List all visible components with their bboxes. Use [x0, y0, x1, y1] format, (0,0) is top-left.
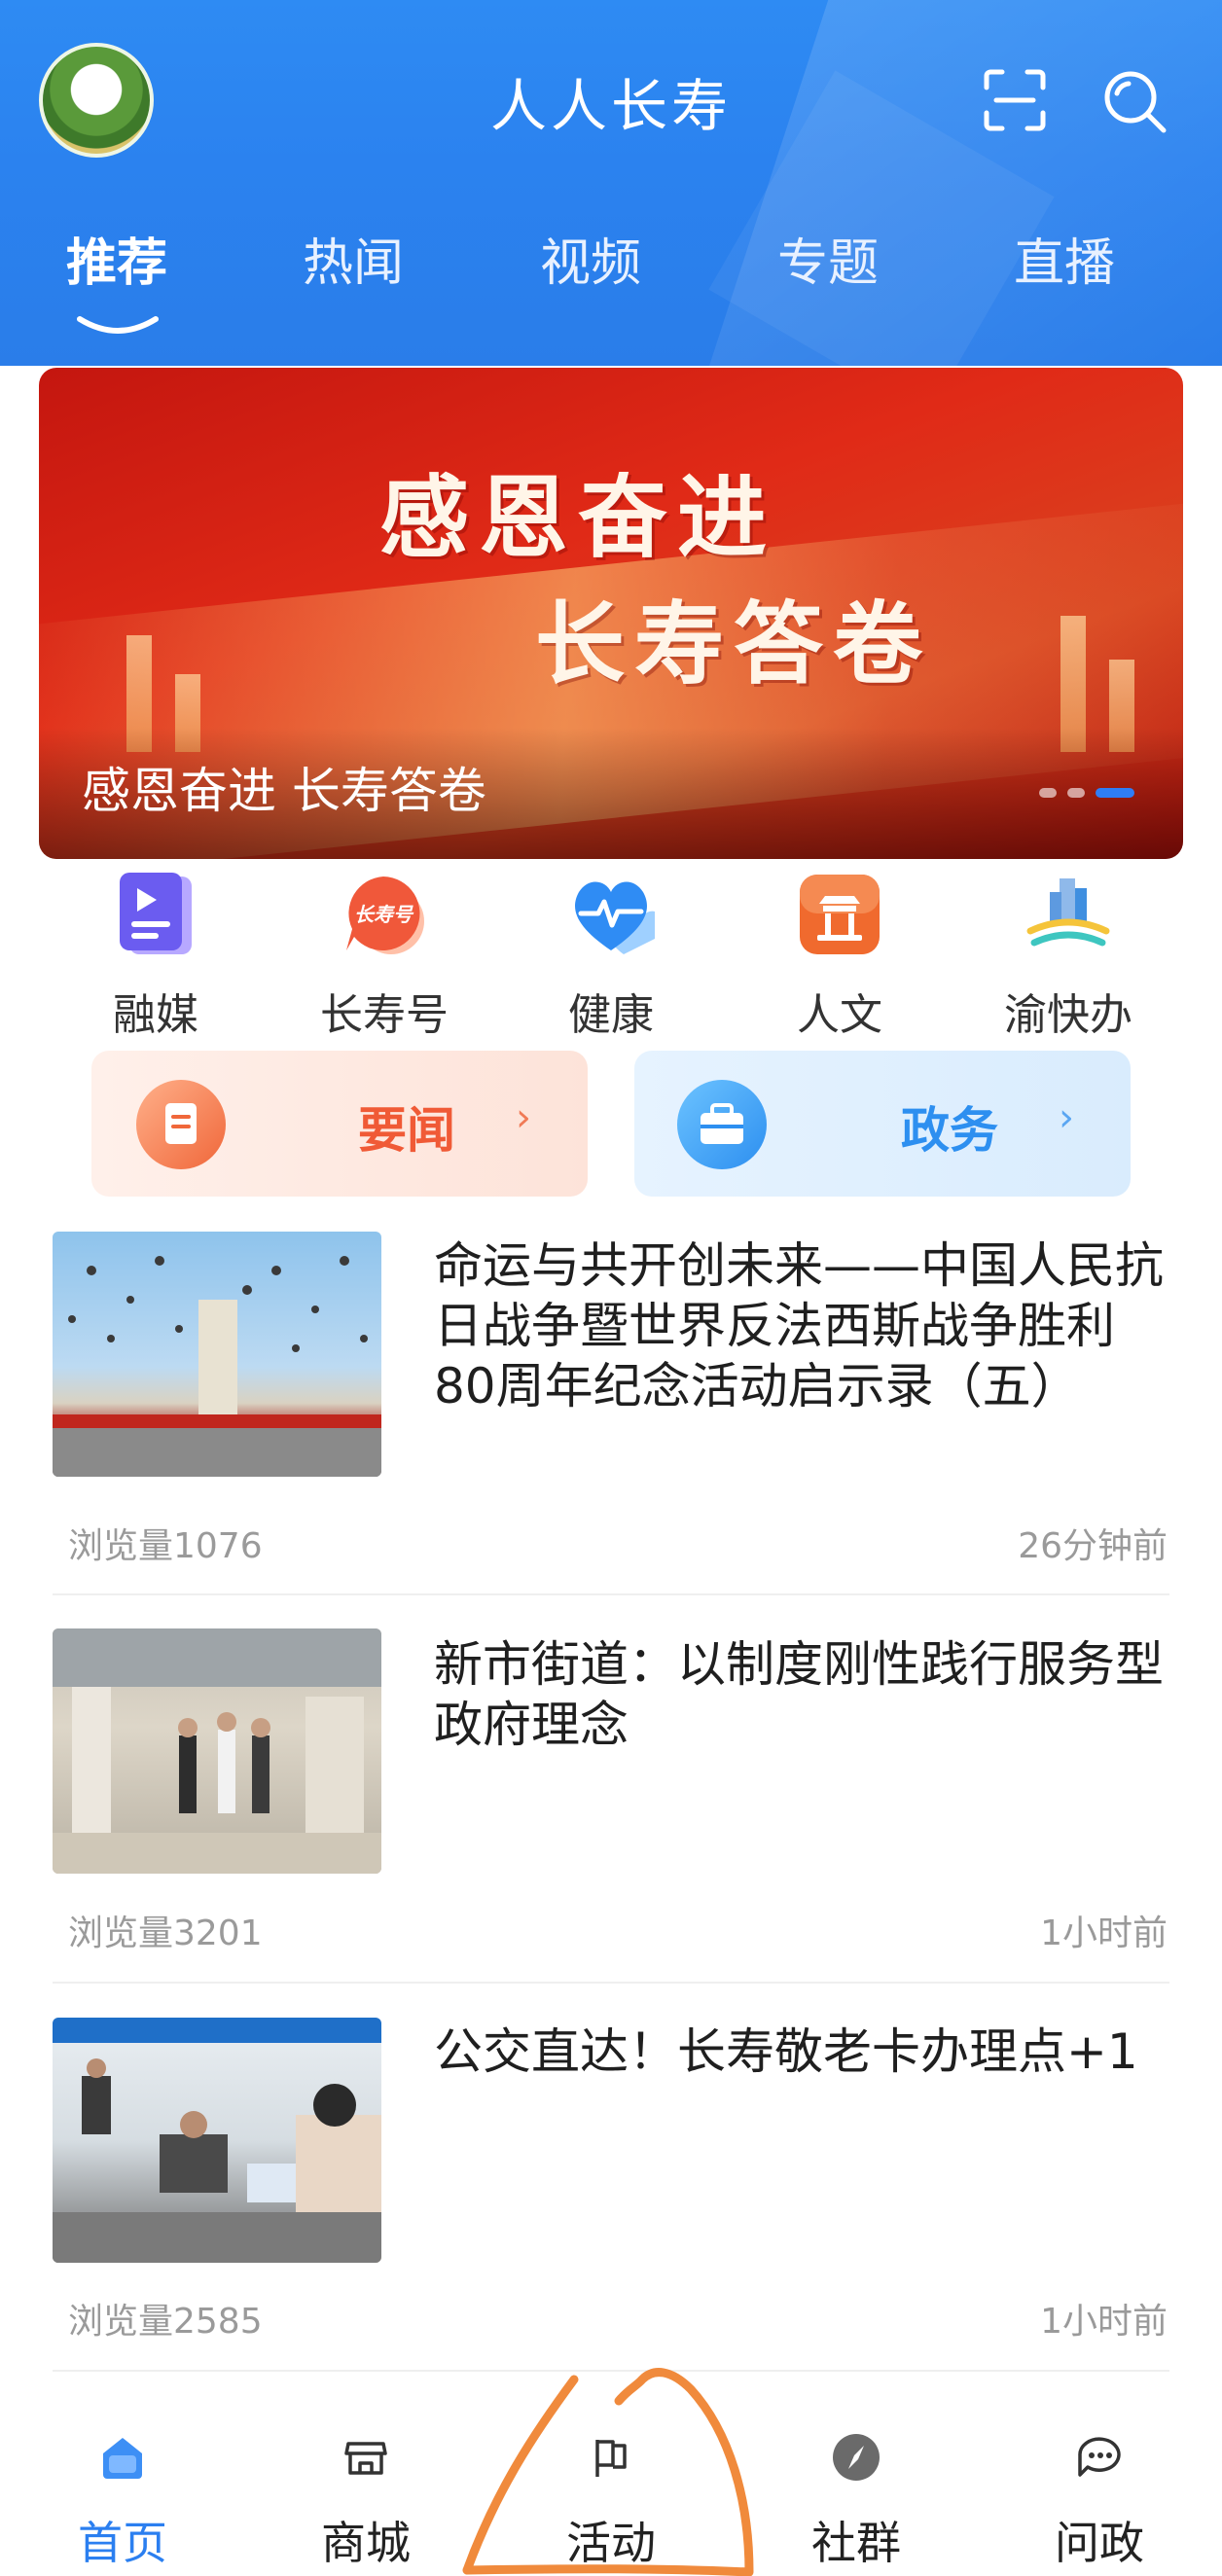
quick-link-label: 健康 [568, 990, 654, 1040]
media-icon [120, 873, 192, 954]
news-title[interactable]: 新市街道：以制度刚性践行服务型政府理念 [434, 1634, 1173, 1755]
category-tabs: 推荐 热闻 视频 专题 直播 [0, 222, 1222, 319]
nav-item-shop[interactable]: 商城 [269, 2432, 463, 2572]
flag-icon [595, 2440, 627, 2477]
nav-item-home[interactable]: 首页 [25, 2432, 220, 2572]
chevron-right-icon: › [516, 1095, 531, 1140]
nav-label: 社群 [811, 2517, 901, 2569]
news-title[interactable]: 公交直达！长寿敬老卡办理点+1 [434, 2021, 1173, 2082]
quick-link-media[interactable]: 融媒 [58, 871, 253, 1042]
news-thumbnail[interactable] [53, 1232, 381, 1477]
quick-link-label: 融媒 [113, 990, 198, 1040]
news-views: 浏览量1076 [68, 1526, 263, 1566]
search-icon[interactable] [1101, 68, 1169, 136]
hero-banner[interactable]: 感恩奋进 长寿答卷 感恩奋进 长寿答卷 [39, 368, 1183, 859]
nav-label: 活动 [566, 2517, 656, 2569]
home-icon [103, 2438, 142, 2479]
banner-caption: 感恩奋进 长寿答卷 [82, 763, 486, 819]
briefcase-icon [677, 1080, 767, 1169]
divider [53, 1982, 1169, 1984]
tab-recommend[interactable]: 推荐 [39, 222, 195, 295]
nav-label: 首页 [78, 2517, 167, 2569]
news-title[interactable]: 命运与共开创未来——中国人民抗日战争暨世界反法西斯战争胜利80周年纪念活动启示录… [434, 1235, 1173, 1416]
tab-hot-news[interactable]: 热闻 [275, 222, 431, 295]
app-header: 人人长寿 推荐 热闻 视频 专题 直播 [0, 0, 1222, 366]
important-news-card[interactable]: 要闻 › [91, 1051, 588, 1197]
quick-link-label: 渝快办 [1004, 990, 1132, 1040]
government-affairs-label: 政务 [901, 1102, 998, 1159]
pager-dot-active [1096, 788, 1134, 798]
nav-item-activity[interactable]: 活动 [514, 2432, 708, 2572]
pager-dot [1066, 788, 1085, 798]
culture-icon [800, 875, 880, 954]
tab-live[interactable]: 直播 [987, 222, 1142, 295]
yukuaiban-icon [1026, 878, 1110, 947]
quick-link-health[interactable]: 健康 [514, 871, 708, 1042]
quick-link-label: 长寿号 [320, 990, 449, 1040]
news-time: 26分钟前 [1018, 1526, 1168, 1566]
divider [53, 1593, 1169, 1595]
tab-video[interactable]: 视频 [513, 222, 668, 295]
news-thumbnail[interactable] [53, 2018, 381, 2263]
news-photo-service-counter [53, 2018, 381, 2263]
banner-headline-1: 感恩奋进 [379, 465, 777, 570]
banner-headline-2: 长寿答卷 [535, 591, 933, 697]
chat-icon [1078, 2437, 1121, 2477]
banner-pager [1033, 783, 1134, 798]
active-tab-indicator [77, 316, 159, 334]
nav-label: 商城 [321, 2517, 411, 2569]
quick-link-changshouhao[interactable]: 长寿号 长寿号 [287, 871, 482, 1042]
nav-label: 问政 [1055, 2517, 1144, 2569]
nav-item-inquiry[interactable]: 问政 [1002, 2432, 1197, 2572]
scan-icon[interactable] [983, 68, 1047, 132]
changshou-badge-icon: 长寿号 [346, 877, 424, 954]
shop-icon [344, 2442, 387, 2475]
quick-link-label: 人文 [797, 990, 882, 1040]
pager-dot [1038, 788, 1057, 798]
news-views: 浏览量3201 [68, 1914, 263, 1953]
compass-icon [833, 2434, 880, 2481]
chevron-right-icon: › [1059, 1095, 1074, 1140]
news-time: 1小时前 [1040, 1914, 1168, 1953]
divider [53, 2370, 1169, 2372]
news-photo-doves [53, 1256, 381, 1477]
news-thumbnail[interactable] [53, 1628, 381, 1874]
quick-link-yukuaiban[interactable]: 渝快办 [971, 871, 1166, 1042]
important-news-label: 要闻 [358, 1102, 455, 1159]
health-heart-icon [575, 881, 655, 954]
news-views: 浏览量2585 [68, 2302, 263, 2342]
news-photo-workshop [53, 1628, 381, 1874]
tab-topics[interactable]: 专题 [750, 222, 906, 295]
quick-link-culture[interactable]: 人文 [742, 871, 937, 1042]
bottom-navigation: 首页 商城 活动 社群 问政 [0, 2374, 1222, 2576]
badge-text: 长寿号 [354, 904, 414, 926]
news-time: 1小时前 [1040, 2302, 1168, 2342]
document-icon [136, 1080, 226, 1169]
nav-item-community[interactable]: 社群 [759, 2432, 953, 2572]
government-affairs-card[interactable]: 政务 › [634, 1051, 1131, 1197]
